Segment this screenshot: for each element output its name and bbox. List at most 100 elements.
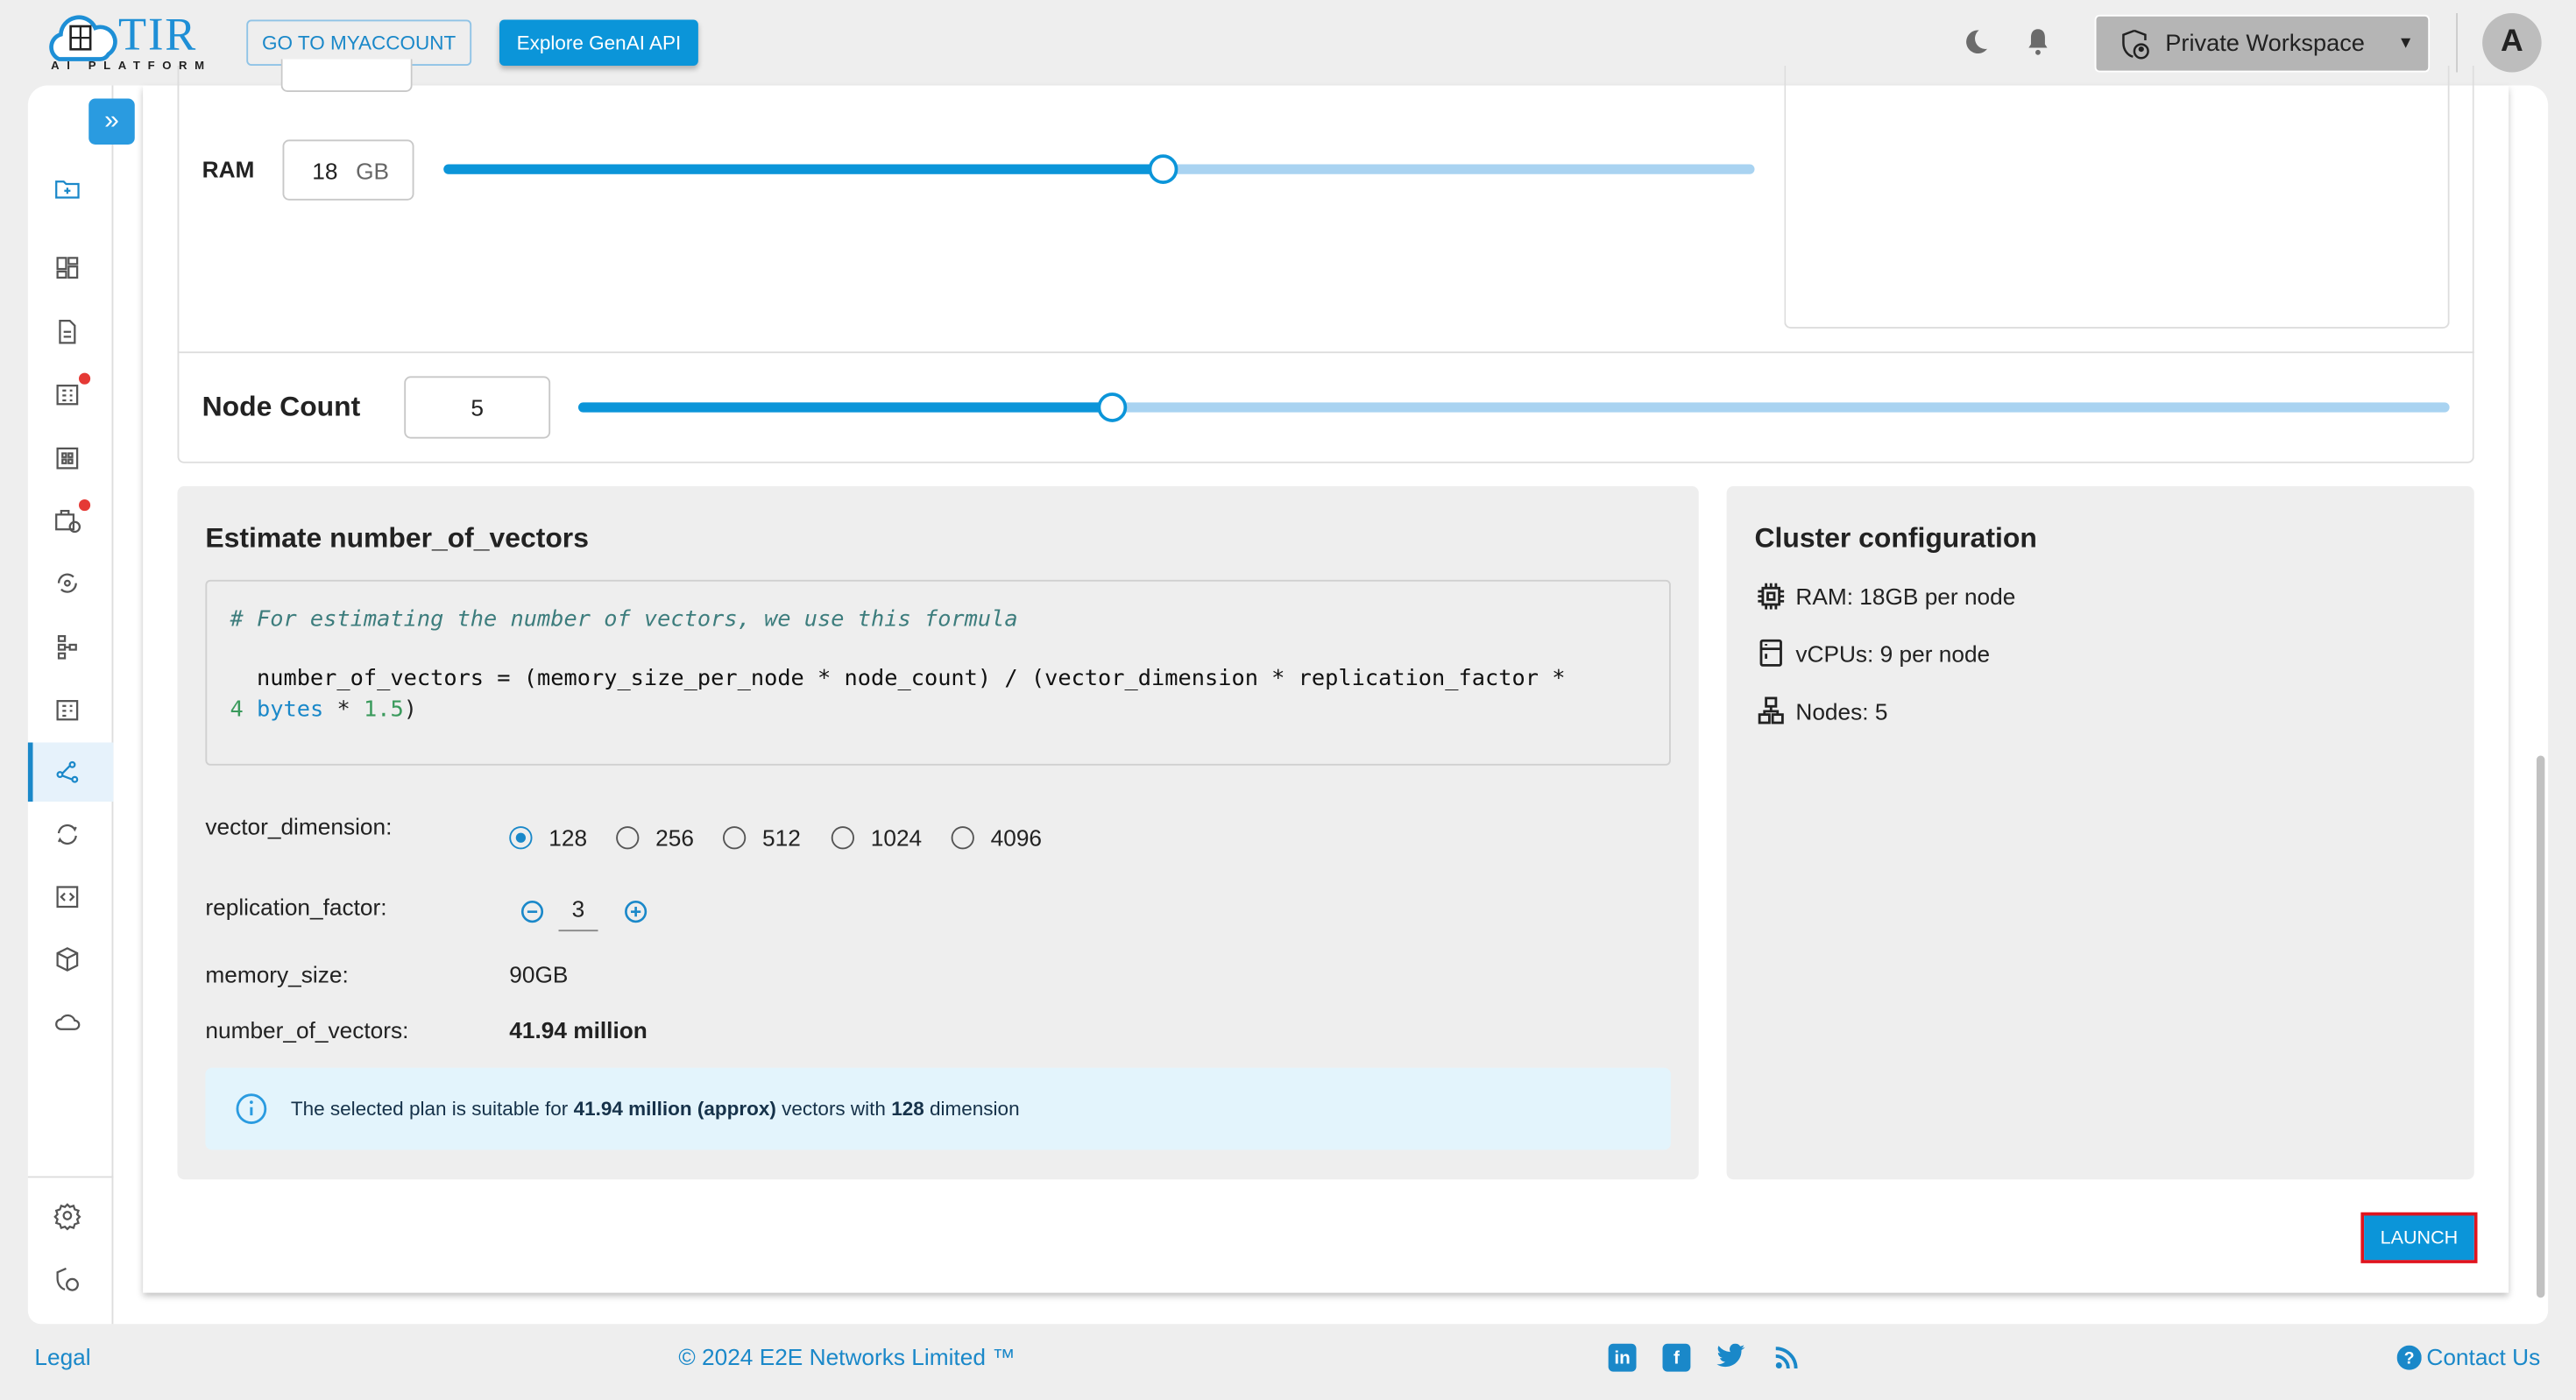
- cluster-nodes-text: Nodes: 5: [1795, 696, 1888, 724]
- code-operator: *: [323, 696, 364, 723]
- twitter-icon[interactable]: [1716, 1343, 1746, 1370]
- number-of-vectors-label: number_of_vectors:: [205, 1016, 409, 1043]
- radio-512[interactable]: 512: [723, 824, 801, 851]
- code-number: 4: [230, 696, 244, 723]
- code-comment: # For estimating the number of vectors, …: [230, 605, 1018, 633]
- estimate-title: Estimate number_of_vectors: [205, 522, 589, 554]
- notification-dot: [79, 499, 91, 512]
- notification-bell-icon[interactable]: [2024, 26, 2052, 58]
- document-icon[interactable]: [47, 312, 87, 351]
- hierarchy-icon[interactable]: [47, 627, 87, 667]
- cluster-config-title: Cluster configuration: [1754, 522, 2037, 554]
- shield-user-icon[interactable]: [47, 1260, 87, 1299]
- replication-factor-label: replication_factor:: [205, 894, 387, 920]
- memory-size-label: memory_size:: [205, 960, 349, 987]
- facebook-icon[interactable]: f: [1662, 1343, 1691, 1372]
- rss-icon[interactable]: [1774, 1346, 1799, 1370]
- table-icon[interactable]: [47, 690, 87, 730]
- user-avatar[interactable]: A: [2482, 13, 2542, 73]
- settings-icon[interactable]: [47, 1196, 87, 1235]
- cluster-vcpu-row: vCPUs: 9 per node: [1758, 639, 1990, 667]
- increment-plus-icon[interactable]: [625, 901, 648, 923]
- caret-down-icon: ▼: [2397, 34, 2414, 53]
- node-count-slider[interactable]: [578, 392, 2450, 422]
- vector-db-icon[interactable]: [47, 753, 87, 792]
- cluster-vcpu-text: vCPUs: 9 per node: [1795, 640, 1991, 667]
- grid-icon[interactable]: [47, 439, 87, 478]
- code-icon[interactable]: [47, 877, 87, 916]
- help-circle-icon: ?: [2396, 1344, 2422, 1369]
- info-alert: The selected plan is suitable for 41.94 …: [205, 1067, 1671, 1150]
- code-paren: ): [403, 696, 417, 723]
- logo-text: TIR: [118, 10, 198, 61]
- decrement-minus-icon[interactable]: [520, 901, 544, 923]
- ram-label: RAM: [202, 156, 255, 183]
- partial-input-above[interactable]: [280, 59, 413, 92]
- node-count-label: Node Count: [202, 391, 361, 422]
- scrollbar-thumb[interactable]: [2537, 755, 2545, 1298]
- radio-button[interactable]: [509, 826, 533, 850]
- launch-button[interactable]: LAUNCH: [2360, 1212, 2478, 1263]
- info-icon: [236, 1093, 267, 1124]
- ram-slider[interactable]: [443, 154, 1755, 184]
- radio-button[interactable]: [831, 826, 854, 850]
- vector-dimension-label: vector_dimension:: [205, 813, 393, 840]
- code-keyword: bytes: [257, 696, 324, 723]
- cpu-server-icon: [1759, 639, 1782, 667]
- cloud-logo-icon: [49, 15, 117, 61]
- contact-us-link[interactable]: ? Contact Us: [2396, 1343, 2541, 1370]
- cluster-ram-text: RAM: 18GB per node: [1795, 583, 2016, 610]
- ram-value: 18: [312, 157, 338, 184]
- workspace-selector[interactable]: Private Workspace ▼: [2094, 14, 2431, 73]
- info-message: The selected plan is suitable for 41.94 …: [290, 1097, 1020, 1121]
- node-count-input[interactable]: 5: [404, 376, 551, 439]
- briefcase-clock-icon[interactable]: [47, 499, 91, 541]
- radio-button[interactable]: [723, 826, 747, 850]
- radio-1024[interactable]: 1024: [831, 824, 923, 852]
- cluster-ram-row: RAM: 18GB per node: [1758, 583, 2015, 610]
- node-slider-fill: [578, 402, 1112, 413]
- expand-sidebar-button[interactable]: »: [88, 98, 135, 145]
- memory-chip-icon: [1758, 583, 1785, 610]
- section-divider: [177, 351, 2474, 354]
- radio-128[interactable]: 128: [509, 824, 587, 851]
- refresh-pin-icon[interactable]: [47, 563, 87, 603]
- radio-4096[interactable]: 4096: [951, 824, 1043, 852]
- copyright-text: © 2024 E2E Networks Limited ™: [678, 1343, 1016, 1370]
- replication-factor-value: 3: [571, 894, 585, 922]
- sync-icon[interactable]: [47, 815, 87, 854]
- radio-label: 1024: [870, 824, 923, 852]
- reports-icon[interactable]: [47, 372, 91, 414]
- ram-slider-thumb[interactable]: [1148, 154, 1178, 184]
- radio-button[interactable]: [616, 826, 640, 850]
- explore-genai-api-button[interactable]: Explore GenAI API: [499, 19, 698, 66]
- dashboard-icon[interactable]: [47, 248, 87, 287]
- dark-mode-moon-icon[interactable]: [1962, 28, 1990, 56]
- contact-us-label: Contact Us: [2426, 1343, 2541, 1370]
- folder-plus-icon[interactable]: [47, 169, 87, 209]
- radio-label: 256: [655, 824, 694, 852]
- node-count-value: 5: [471, 394, 484, 421]
- sidebar-divider: [27, 1176, 114, 1178]
- launch-label: LAUNCH: [2364, 1215, 2474, 1261]
- linkedin-icon[interactable]: in: [1608, 1343, 1637, 1372]
- cloud-icon[interactable]: [47, 1002, 87, 1042]
- shield-user-icon: [2122, 28, 2149, 59]
- cluster-nodes-row: Nodes: 5: [1758, 696, 1887, 725]
- svg-text:?: ?: [2404, 1349, 2415, 1368]
- radio-256[interactable]: 256: [616, 824, 694, 851]
- legal-link[interactable]: Legal: [34, 1344, 90, 1370]
- node-slider-thumb[interactable]: [1096, 392, 1127, 422]
- formula-code-block: # For estimating the number of vectors, …: [205, 579, 1671, 766]
- radio-label: 4096: [990, 824, 1043, 852]
- radio-button[interactable]: [951, 826, 974, 850]
- plan-details-box: [1784, 66, 2450, 329]
- cube-icon[interactable]: [47, 940, 87, 979]
- replication-factor-input[interactable]: 3: [558, 894, 598, 932]
- network-nodes-icon: [1758, 696, 1784, 725]
- number-of-vectors-value: 41.94 million: [509, 1016, 648, 1043]
- ram-input[interactable]: 18 GB: [282, 139, 414, 201]
- code-number: 1.5: [363, 696, 404, 723]
- radio-label: 128: [548, 824, 588, 852]
- radio-label: 512: [762, 824, 801, 852]
